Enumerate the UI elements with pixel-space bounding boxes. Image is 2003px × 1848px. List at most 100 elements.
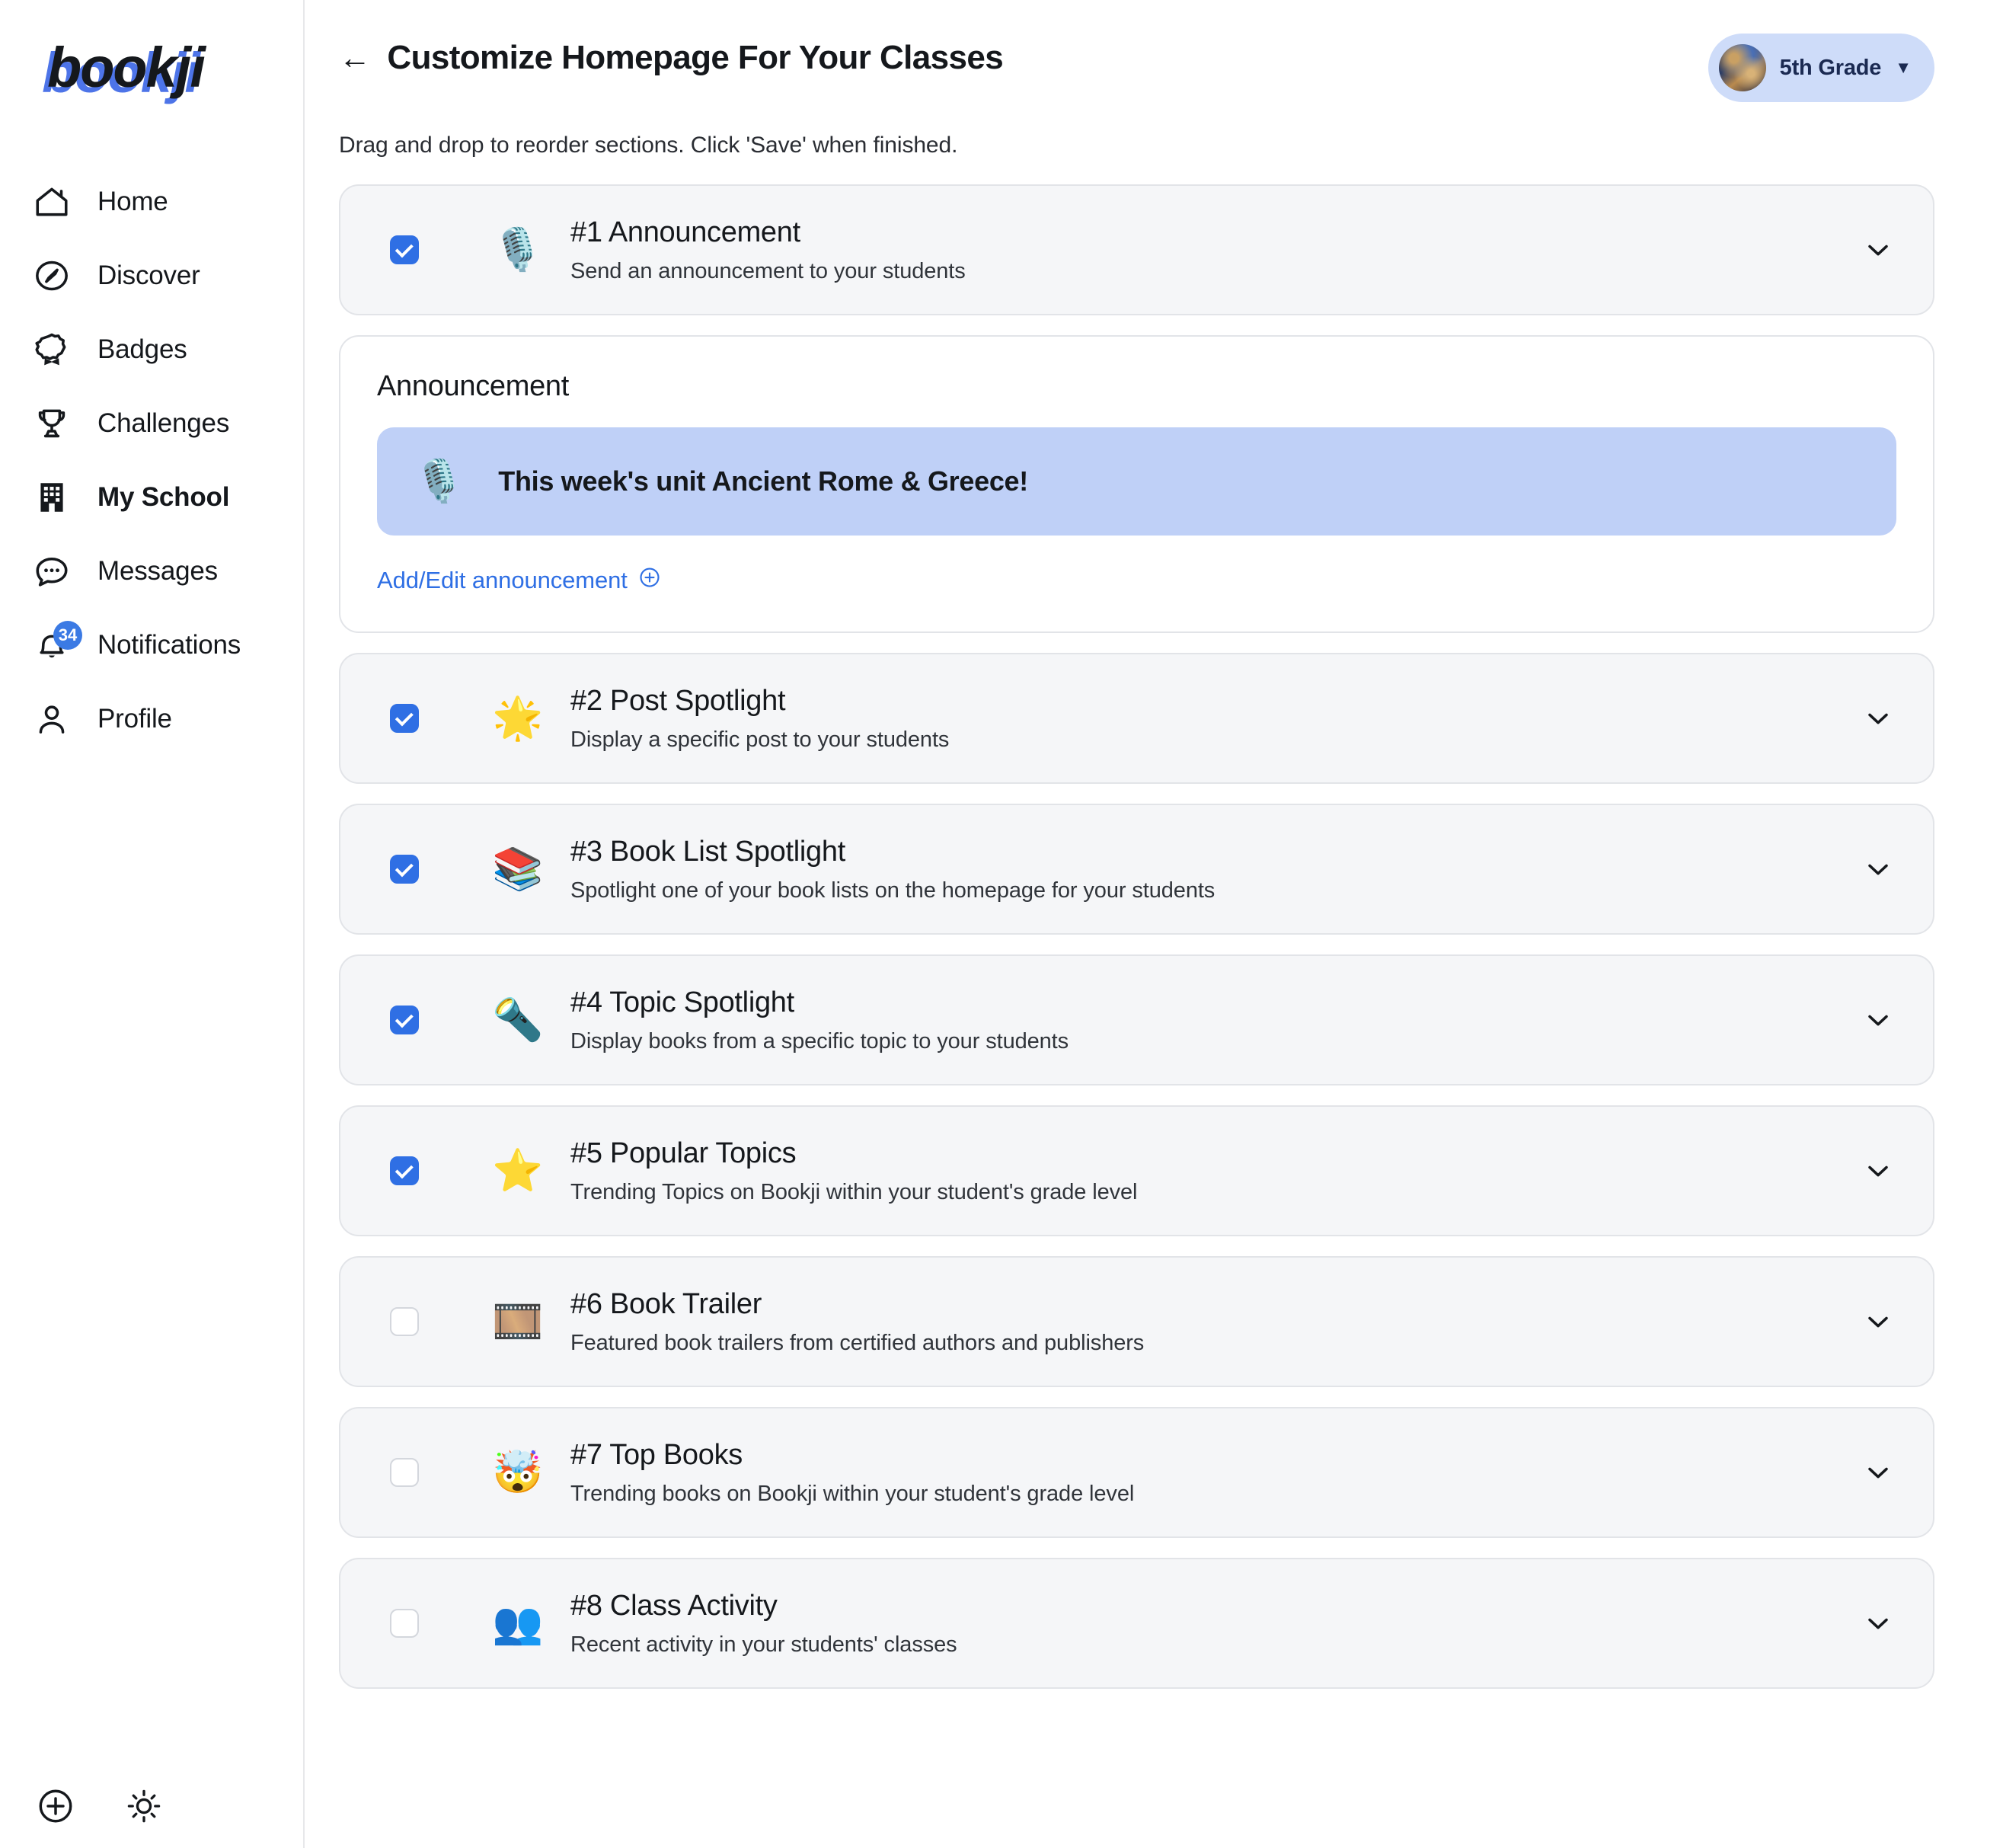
- sidebar-item-label: Profile: [97, 703, 172, 734]
- section-text: #2 Post Spotlight Display a specific pos…: [567, 685, 1855, 753]
- section-enabled-checkbox[interactable]: [390, 1156, 419, 1185]
- sidebar-item-badges[interactable]: Badges: [0, 312, 303, 386]
- checkbox-wrap: [340, 1609, 468, 1638]
- section-title: #2 Post Spotlight: [570, 684, 786, 717]
- sidebar-bottom-bar: [35, 1786, 165, 1827]
- section-text: #1 Announcement Send an announcement to …: [567, 216, 1855, 284]
- section-card-topic-spotlight[interactable]: 🔦 #4 Topic Spotlight Display books from …: [339, 954, 1934, 1085]
- announcement-panel: Announcement 🎙️ This week's unit Ancient…: [339, 335, 1934, 633]
- chevron-down-icon[interactable]: [1855, 1607, 1901, 1640]
- checkbox-wrap: [340, 1458, 468, 1487]
- trophy-icon: [32, 404, 72, 443]
- app-root: bookji Home Discover Badges Challenges M…: [0, 0, 2003, 1848]
- section-title: #7 Top Books: [570, 1438, 743, 1471]
- chevron-down-icon: ▼: [1895, 58, 1912, 77]
- sidebar-item-label: My School: [97, 481, 230, 512]
- checkbox-wrap: [340, 855, 468, 884]
- section-enabled-checkbox[interactable]: [390, 1609, 419, 1638]
- add-edit-announcement-label: Add/Edit announcement: [377, 567, 628, 593]
- section-enabled-checkbox[interactable]: [390, 235, 419, 264]
- section-enabled-checkbox[interactable]: [390, 1307, 419, 1336]
- section-enabled-checkbox[interactable]: [390, 704, 419, 733]
- avatar: [1718, 44, 1766, 91]
- sidebar-item-label: Challenges: [97, 408, 230, 438]
- section-title: #8 Class Activity: [570, 1589, 778, 1622]
- section-card-book-trailer[interactable]: 🎞️ #6 Book Trailer Featured book trailer…: [339, 1256, 1934, 1387]
- plus-circle-icon: [638, 566, 661, 595]
- sidebar-item-label: Badges: [97, 334, 187, 364]
- sidebar-item-profile[interactable]: Profile: [0, 682, 303, 756]
- section-description: Trending books on Bookji within your stu…: [570, 1481, 1135, 1506]
- announcement-panel-title: Announcement: [377, 370, 570, 402]
- checkbox-wrap: [340, 1307, 468, 1336]
- film-frames-emoji: 🎞️: [492, 1297, 544, 1345]
- sidebar-item-home[interactable]: Home: [0, 165, 303, 238]
- sidebar-nav: Home Discover Badges Challenges My Schoo…: [0, 165, 303, 756]
- sections-list: 🎙️ #1 Announcement Send an announcement …: [305, 158, 2003, 1689]
- chevron-down-icon[interactable]: [1855, 702, 1901, 735]
- page-header: ← Customize Homepage For Your Classes 5t…: [305, 0, 2003, 102]
- grade-selector-label: 5th Grade: [1779, 55, 1882, 80]
- glowing-star-emoji: 🌟: [492, 694, 544, 742]
- section-card-top-books[interactable]: 🤯 #7 Top Books Trending books on Bookji …: [339, 1407, 1934, 1538]
- sun-icon[interactable]: [123, 1786, 165, 1827]
- chat-bubble-icon: [32, 552, 72, 591]
- page-title-text: Customize Homepage For Your Classes: [387, 39, 1004, 76]
- section-text: #5 Popular Topics Trending Topics on Boo…: [567, 1137, 1855, 1205]
- sidebar-item-my-school[interactable]: My School: [0, 460, 303, 534]
- chevron-down-icon[interactable]: [1855, 1456, 1901, 1489]
- brand-logo[interactable]: bookji: [47, 40, 206, 96]
- section-text: #3 Book List Spotlight Spotlight one of …: [567, 836, 1855, 903]
- section-card-class-activity[interactable]: 👥 #8 Class Activity Recent activity in y…: [339, 1558, 1934, 1689]
- section-title: #1 Announcement: [570, 216, 800, 248]
- section-enabled-checkbox[interactable]: [390, 1458, 419, 1487]
- section-enabled-checkbox[interactable]: [390, 1006, 419, 1034]
- section-enabled-checkbox[interactable]: [390, 855, 419, 884]
- chevron-down-icon[interactable]: [1855, 233, 1901, 267]
- section-card-announcement[interactable]: 🎙️ #1 Announcement Send an announcement …: [339, 184, 1934, 315]
- section-card-post-spotlight[interactable]: 🌟 #2 Post Spotlight Display a specific p…: [339, 653, 1934, 784]
- user-icon: [32, 699, 72, 739]
- sidebar-item-messages[interactable]: Messages: [0, 534, 303, 608]
- section-title: #4 Topic Spotlight: [570, 986, 794, 1018]
- announcement-banner-text: This week's unit Ancient Rome & Greece!: [498, 465, 1028, 497]
- checkbox-wrap: [340, 1156, 468, 1185]
- announcement-banner[interactable]: 🎙️ This week's unit Ancient Rome & Greec…: [377, 427, 1896, 536]
- chevron-down-icon[interactable]: [1855, 1003, 1901, 1037]
- section-description: Spotlight one of your book lists on the …: [570, 878, 1216, 903]
- section-text: #8 Class Activity Recent activity in you…: [567, 1590, 1855, 1658]
- grade-selector[interactable]: 5th Grade ▼: [1708, 34, 1934, 102]
- sidebar-item-label: Messages: [97, 555, 218, 586]
- section-description: Recent activity in your students' classe…: [570, 1632, 957, 1657]
- section-title: #3 Book List Spotlight: [570, 835, 845, 868]
- studio-microphone-emoji: 🎙️: [492, 225, 544, 273]
- chevron-down-icon[interactable]: [1855, 1154, 1901, 1188]
- back-arrow-icon[interactable]: ←: [339, 42, 371, 74]
- section-card-book-list-spotlight[interactable]: 📚 #3 Book List Spotlight Spotlight one o…: [339, 804, 1934, 935]
- exploding-head-emoji: 🤯: [492, 1448, 544, 1496]
- chevron-down-icon[interactable]: [1855, 852, 1901, 886]
- section-text: #7 Top Books Trending books on Bookji wi…: [567, 1439, 1855, 1507]
- checkbox-wrap: [340, 1006, 468, 1034]
- section-description: Display a specific post to your students: [570, 727, 950, 752]
- books-emoji: 📚: [492, 845, 544, 893]
- plus-circle-icon[interactable]: [35, 1786, 76, 1827]
- sidebar-item-label: Discover: [97, 260, 200, 290]
- busts-in-silhouette-emoji: 👥: [492, 1599, 544, 1647]
- compass-icon: [32, 256, 72, 296]
- main-content: ← Customize Homepage For Your Classes 5t…: [305, 0, 2003, 1848]
- sidebar-item-challenges[interactable]: Challenges: [0, 386, 303, 460]
- sidebar: bookji Home Discover Badges Challenges M…: [0, 0, 305, 1848]
- building-icon: [32, 478, 72, 517]
- flashlight-emoji: 🔦: [492, 996, 544, 1044]
- add-edit-announcement-link[interactable]: Add/Edit announcement: [377, 566, 661, 595]
- chevron-down-icon[interactable]: [1855, 1305, 1901, 1338]
- sidebar-item-notifications[interactable]: 34 Notifications: [0, 608, 303, 682]
- section-title: #6 Book Trailer: [570, 1287, 762, 1320]
- studio-microphone-emoji: 🎙️: [414, 457, 465, 505]
- instructions-text: Drag and drop to reorder sections. Click…: [339, 133, 958, 158]
- section-description: Trending Topics on Bookji within your st…: [570, 1179, 1138, 1204]
- sidebar-item-discover[interactable]: Discover: [0, 238, 303, 312]
- section-card-popular-topics[interactable]: ⭐ #5 Popular Topics Trending Topics on B…: [339, 1105, 1934, 1236]
- section-description: Featured book trailers from certified au…: [570, 1330, 1145, 1355]
